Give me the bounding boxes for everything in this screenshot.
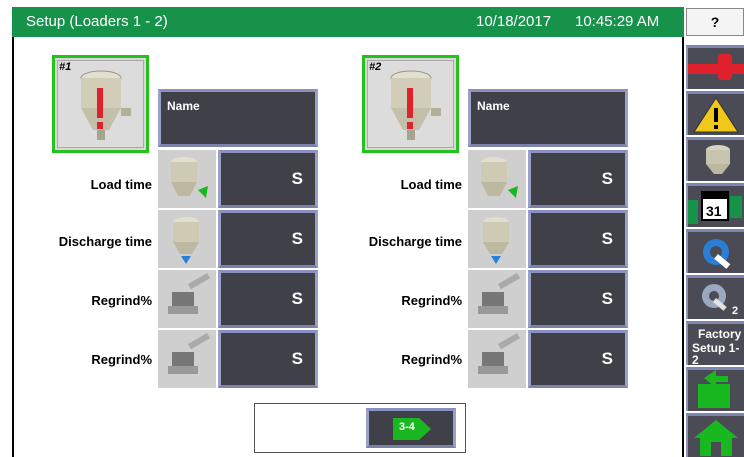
export-icon — [698, 370, 730, 408]
svg-text:31: 31 — [706, 203, 722, 219]
loader-icon — [706, 145, 730, 174]
loader-1-regrind-2-label: Regrind% — [91, 352, 152, 367]
loader-2-load-time-field[interactable]: S — [528, 150, 628, 208]
loader-button[interactable] — [686, 137, 744, 181]
load-time-unit: S — [291, 169, 303, 188]
regrind-2-unit: S — [601, 349, 613, 368]
settings-2-button[interactable]: 2 — [686, 275, 744, 319]
factory-setup-button[interactable]: Factory Setup 1-2 — [686, 321, 744, 367]
regrind-2-unit: S — [291, 349, 303, 368]
discharge-time-icon — [468, 210, 526, 268]
alarm-horn-icon — [688, 54, 744, 80]
help-button[interactable]: ? — [686, 8, 744, 36]
loader-alarm-icon — [390, 70, 441, 140]
svg-text:2: 2 — [732, 305, 738, 317]
load-time-icon — [158, 150, 216, 208]
discharge-time-unit: S — [601, 229, 613, 248]
loader-1-regrind-2-field[interactable]: S — [218, 330, 318, 388]
regrind-valve-icon — [158, 270, 216, 328]
loader-2-discharge-time-field[interactable]: S — [528, 210, 628, 268]
right-toolbar: ? 31 2 Factory Setup 1-2 — [684, 7, 744, 457]
factory-label: Factory — [698, 327, 742, 341]
loader-1-load-time-field[interactable]: S — [218, 150, 318, 208]
loader-2-name-label: Name — [477, 99, 510, 113]
wrench-gear-2-icon: 2 — [702, 284, 738, 317]
next-page-button[interactable]: 3-4 — [366, 408, 456, 448]
warning-icon — [693, 97, 739, 133]
date-display: 10/18/2017 — [476, 13, 552, 30]
loader-1-regrind-1-field[interactable]: S — [218, 270, 318, 328]
discharge-time-unit: S — [291, 229, 303, 248]
loader-1-discharge-time-label: Discharge time — [58, 234, 152, 249]
calendar-icon: 31 — [688, 191, 742, 224]
title-bar: Setup (Loaders 1 - 2) 10/18/2017 10:45:2… — [12, 7, 684, 37]
loader-1-status-button[interactable]: #1 — [52, 55, 149, 153]
loader-2-name-field[interactable]: Name — [468, 89, 628, 147]
loader-2-regrind-1-label: Regrind% — [401, 293, 462, 308]
regrind-valve-2-icon — [158, 330, 216, 388]
loader-1-load-time-label: Load time — [90, 177, 152, 192]
loader-2-discharge-time-label: Discharge time — [368, 234, 462, 249]
home-button[interactable] — [686, 413, 744, 457]
next-page-label: 3-4 — [399, 421, 415, 433]
regrind-valve-icon — [468, 270, 526, 328]
load-time-unit: S — [601, 169, 613, 188]
settings-button[interactable] — [686, 229, 744, 273]
alarm-button[interactable] — [686, 45, 744, 89]
frame-border-left — [12, 37, 14, 457]
loader-1-discharge-time-field[interactable]: S — [218, 210, 318, 268]
loader-1-regrind-1-label: Regrind% — [91, 293, 152, 308]
loader-alarm-icon — [80, 70, 131, 140]
wrench-gear-icon — [703, 239, 731, 269]
home-icon — [694, 420, 738, 456]
loader-2-regrind-2-field[interactable]: S — [528, 330, 628, 388]
loader-2-regrind-1-field[interactable]: S — [528, 270, 628, 328]
schedule-button[interactable]: 31 — [686, 183, 744, 227]
regrind-1-unit: S — [291, 289, 303, 308]
time-display: 10:45:29 AM — [575, 13, 660, 30]
loader-1-name-field[interactable]: Name — [158, 89, 318, 147]
help-label: ? — [710, 14, 720, 30]
page-title: Setup (Loaders 1 - 2) — [26, 13, 168, 30]
regrind-valve-2-icon — [468, 330, 526, 388]
regrind-1-unit: S — [601, 289, 613, 308]
loader-2-regrind-2-label: Regrind% — [401, 352, 462, 367]
load-time-icon — [468, 150, 526, 208]
loader-2-load-time-label: Load time — [400, 177, 462, 192]
export-button[interactable] — [686, 367, 744, 411]
factory-sub-label: Setup 1-2 — [692, 341, 740, 367]
loader-1-name-label: Name — [167, 99, 200, 113]
discharge-time-icon — [158, 210, 216, 268]
warning-button[interactable] — [686, 91, 744, 135]
loader-2-status-button[interactable]: #2 — [362, 55, 459, 153]
